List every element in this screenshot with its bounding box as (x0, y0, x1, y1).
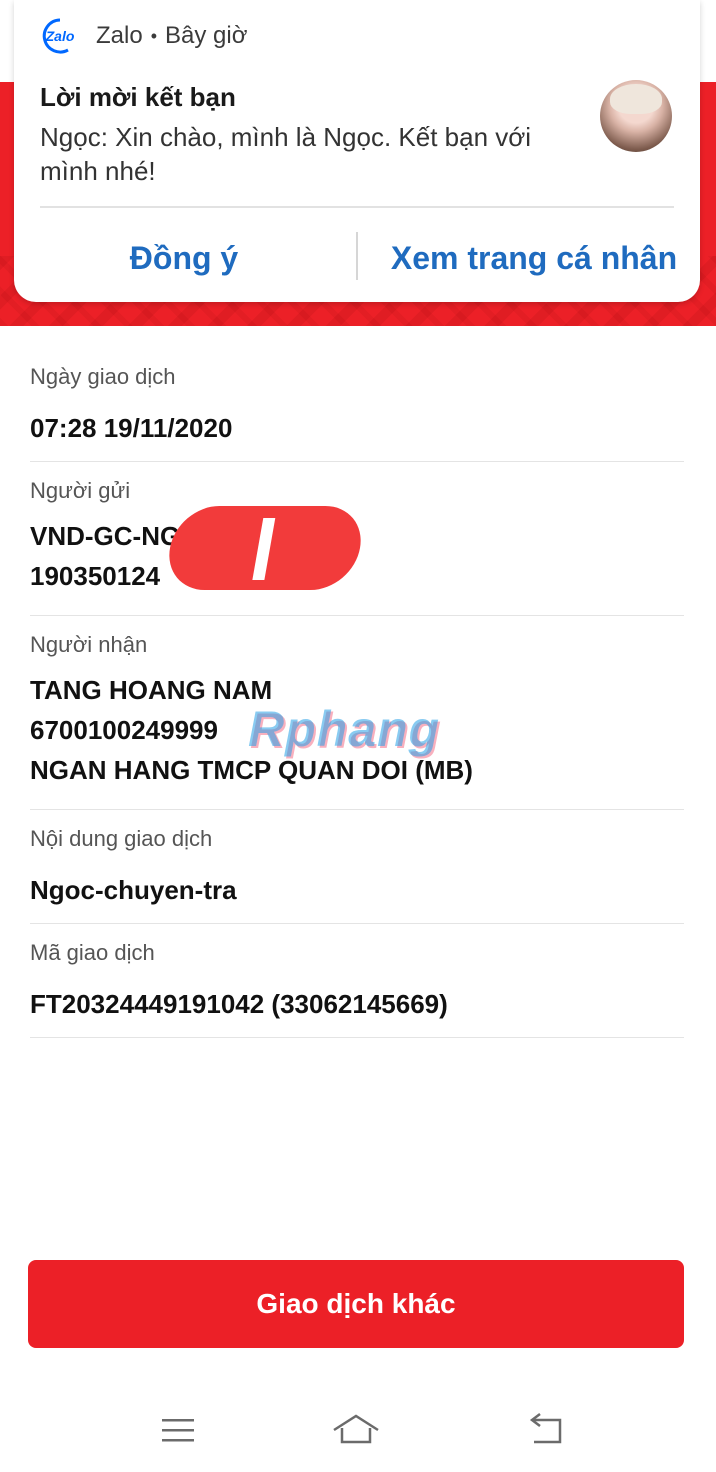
transaction-date-label: Ngày giao dịch (30, 364, 176, 389)
zalo-logo-text: Zalo (45, 28, 75, 44)
accept-button[interactable]: Đồng ý (84, 232, 284, 284)
actions-divider (356, 232, 358, 280)
transaction-code-label: Mã giao dịch (30, 940, 155, 965)
transaction-code-field: Mã giao dịch FT20324449191042 (330621456… (30, 924, 684, 1038)
friend-request-notification[interactable]: Zalo Zalo • Bây giờ Lời mời kết bạn Ngọc… (14, 0, 700, 302)
notification-separator: • (150, 25, 157, 46)
back-icon[interactable] (522, 1410, 570, 1450)
transaction-details: Ngày giao dịch 07:28 19/11/2020 Người gử… (30, 352, 684, 1038)
transaction-date-field: Ngày giao dịch 07:28 19/11/2020 (30, 352, 684, 462)
transaction-content-value: Ngoc-chuyen-tra (30, 875, 237, 905)
other-transaction-button[interactable]: Giao dịch khác (28, 1260, 684, 1348)
transaction-content-label: Nội dung giao dịch (30, 826, 213, 851)
notification-title: Lời mời kết bạn (40, 82, 236, 112)
avatar (600, 80, 672, 152)
notification-body: Ngọc: Xin chào, mình là Ngọc. Kết bạn vớ… (40, 122, 532, 186)
receiver-label: Người nhận (30, 632, 148, 657)
menu-icon[interactable] (154, 1410, 202, 1450)
transaction-date-value: 07:28 19/11/2020 (30, 413, 233, 443)
home-icon[interactable] (332, 1410, 380, 1450)
notification-actions: Đồng ý Xem trang cá nhân (14, 232, 700, 284)
sender-label: Người gửi (30, 478, 131, 503)
zalo-logo-icon: Zalo (38, 16, 82, 56)
view-profile-button[interactable]: Xem trang cá nhân (374, 232, 694, 284)
notification-app-name: Zalo (96, 22, 143, 49)
notification-divider (40, 206, 674, 208)
transaction-content-field: Nội dung giao dịch Ngoc-chuyen-tra (30, 810, 684, 924)
watermark: Rphang (248, 701, 441, 757)
notification-header: Zalo Zalo • Bây giờ (38, 16, 247, 56)
system-navigation-bar (0, 1396, 716, 1472)
redaction-mark (162, 506, 368, 590)
sender-account: 190350124 (30, 561, 161, 591)
notification-time: Bây giờ (165, 22, 248, 49)
transaction-code-value: FT20324449191042 (33062145669) (30, 989, 448, 1019)
